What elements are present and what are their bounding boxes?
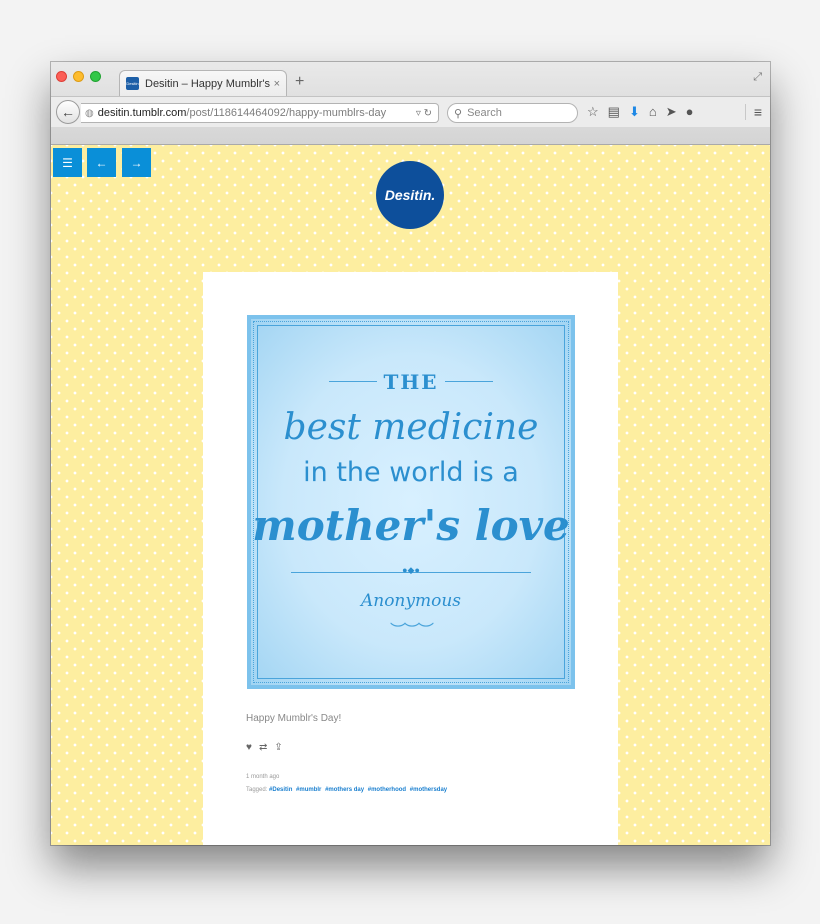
back-arrow-icon: ← xyxy=(61,104,75,120)
close-window-button[interactable] xyxy=(56,71,67,82)
desitin-favicon-icon: Desitin xyxy=(126,77,139,90)
divider-dots-icon: ●◆● xyxy=(402,565,420,575)
poster-the: THE xyxy=(383,370,439,394)
tag-link[interactable]: #mothers day xyxy=(325,787,364,793)
send-icon[interactable]: ➤ xyxy=(666,104,677,120)
quote-poster-image: THE best medicine in the world is a moth… xyxy=(247,315,575,689)
poster-best-medicine: best medicine xyxy=(283,407,539,448)
reading-list-icon[interactable]: ▤ xyxy=(608,104,620,120)
browser-window: Desitin Desitin – Happy Mumblr's… × + ⤢ … xyxy=(51,62,770,845)
url-bar[interactable]: ◍ desitin.tumblr.com /post/118614464092/… xyxy=(81,103,439,123)
globe-icon: ◍ xyxy=(85,107,94,119)
like-heart-icon[interactable]: ♥ xyxy=(246,742,252,753)
tagged-label: Tagged: xyxy=(246,787,268,793)
tumblr-page: ☰ ← → Desitin. THE best medicine in the … xyxy=(51,145,770,845)
tag-link[interactable]: #mothersday xyxy=(410,787,447,793)
tab-title: Desitin – Happy Mumblr's… xyxy=(145,77,270,90)
tag-link[interactable]: #mumblr xyxy=(296,787,321,793)
tag-link[interactable]: #motherhood xyxy=(368,787,406,793)
next-post-button[interactable]: → xyxy=(122,148,151,177)
desitin-logo[interactable]: Desitin. xyxy=(376,161,444,229)
search-placeholder: Search xyxy=(467,107,502,119)
poster-mothers-love: mother's love xyxy=(252,501,570,550)
search-input[interactable]: ⚲ Search xyxy=(447,103,578,123)
home-icon[interactable]: ⌂ xyxy=(649,104,657,120)
post-tags: Tagged: #Desitin #mumblr #mothers day #m… xyxy=(246,787,449,793)
poster-attribution: Anonymous xyxy=(360,591,462,611)
url-host: desitin.tumblr.com xyxy=(97,107,187,119)
wave-ornament-icon: ︶︶︶ xyxy=(389,623,434,640)
reblog-icon[interactable]: ⇄ xyxy=(259,742,267,753)
post-timestamp[interactable]: 1 month ago xyxy=(246,774,279,780)
post-actions: ♥ ⇄ ⇪ xyxy=(246,742,283,753)
download-icon[interactable]: ⬇ xyxy=(629,104,640,120)
new-tab-button[interactable]: + xyxy=(295,73,304,91)
navigation-toolbar: ← ◍ desitin.tumblr.com /post/11861446409… xyxy=(51,96,770,127)
browser-tab[interactable]: Desitin Desitin – Happy Mumblr's… × xyxy=(119,70,287,96)
hamburger-menu-icon[interactable]: ≡ xyxy=(744,104,762,120)
reload-icon[interactable]: ▿ ↻ xyxy=(416,108,432,119)
back-button[interactable]: ← xyxy=(56,100,80,124)
post-caption: Happy Mumblr's Day! xyxy=(246,713,342,724)
post-card: THE best medicine in the world is a moth… xyxy=(203,272,618,845)
poster-in-the-world: in the world is a xyxy=(303,457,519,488)
fullscreen-icon[interactable]: ⤢ xyxy=(753,71,762,84)
toolbar-icons: ☆ ▤ ⬇ ⌂ ➤ ● xyxy=(587,104,693,120)
url-path: /post/118614464092/happy-mumblrs-day xyxy=(186,107,387,119)
chat-icon[interactable]: ● xyxy=(686,104,694,120)
zoom-window-button[interactable] xyxy=(90,71,101,82)
share-icon[interactable]: ⇪ xyxy=(274,742,282,753)
minimize-window-button[interactable] xyxy=(73,71,84,82)
menu-button[interactable]: ☰ xyxy=(53,148,82,177)
search-icon: ⚲ xyxy=(454,107,463,120)
bookmark-star-icon[interactable]: ☆ xyxy=(587,104,599,120)
window-controls xyxy=(56,71,101,82)
tag-link[interactable]: #Desitin xyxy=(269,787,292,793)
previous-post-button[interactable]: ← xyxy=(87,148,116,177)
close-tab-icon[interactable]: × xyxy=(274,78,280,90)
browser-chrome: Desitin Desitin – Happy Mumblr's… × + ⤢ … xyxy=(51,62,770,145)
